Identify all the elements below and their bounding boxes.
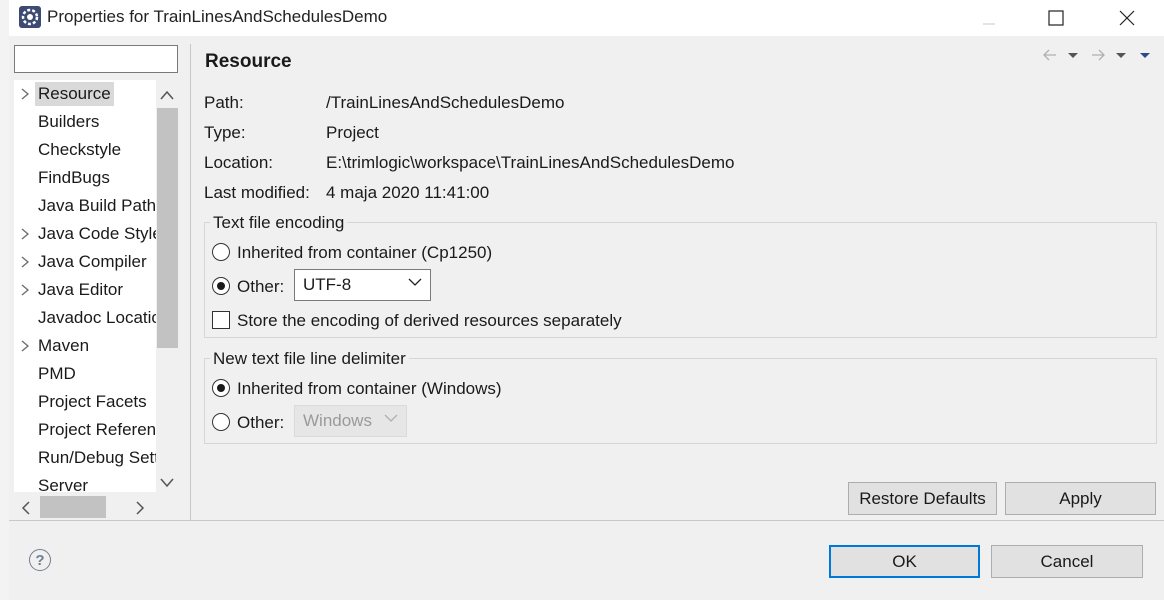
delimiter-select-value: Windows (303, 411, 372, 430)
tree-item-builders[interactable]: Builders (14, 108, 156, 136)
tree-item-pmd[interactable]: PMD (14, 360, 156, 388)
close-icon (1119, 10, 1135, 26)
scroll-up-icon[interactable] (159, 86, 175, 106)
back-arrow-icon[interactable] (1042, 48, 1058, 66)
delimiter-other-radio[interactable] (212, 413, 230, 431)
chevron-right-icon[interactable] (20, 226, 32, 242)
delimiter-inherited-label[interactable]: Inherited from container (Windows) (237, 379, 502, 399)
background-window-edge (0, 0, 9, 600)
help-icon[interactable]: ? (29, 549, 51, 571)
scroll-right-icon[interactable] (134, 500, 146, 520)
tree-item-label: Java Code Style (38, 224, 156, 243)
chevron-right-icon[interactable] (20, 86, 32, 102)
tree-item-run-debug-settings[interactable]: Run/Debug Settings (14, 444, 156, 472)
encoding-select-value: UTF-8 (303, 275, 352, 294)
property-pages-tree: Resource Builders Checkstyle FindBugs Ja… (14, 80, 156, 492)
tree-item-label: Project References (38, 420, 156, 439)
path-value: /TrainLinesAndSchedulesDemo (326, 93, 565, 112)
line-delimiter-title: New text file line delimiter (210, 349, 409, 369)
chevron-right-icon[interactable] (20, 338, 32, 354)
tree-item-project-facets[interactable]: Project Facets (14, 388, 156, 416)
page-title: Resource (205, 51, 292, 72)
tree-item-javadoc-location[interactable]: Javadoc Location (14, 304, 156, 332)
encoding-select[interactable]: UTF-8 (294, 269, 431, 301)
tree-item-label: PMD (38, 364, 76, 383)
tree-vertical-scroll-thumb[interactable] (157, 108, 178, 348)
store-encoding-checkbox[interactable] (212, 311, 230, 329)
tree-item-project-references[interactable]: Project References (14, 416, 156, 444)
filter-field[interactable] (14, 45, 178, 73)
delimiter-select[interactable]: Windows (294, 405, 407, 437)
tree-item-java-code-style[interactable]: Java Code Style (14, 220, 156, 248)
path-label: Path: (204, 93, 244, 112)
maximize-button[interactable] (1033, 0, 1079, 36)
last-modified-label: Last modified: (204, 183, 310, 202)
location-value: E:\trimlogic\workspace\TrainLinesAndSche… (326, 153, 735, 172)
chevron-right-icon[interactable] (20, 254, 32, 270)
delimiter-inherited-radio[interactable] (212, 379, 230, 397)
tree-item-label: Resource (35, 82, 114, 106)
encoding-inherited-label[interactable]: Inherited from container (Cp1250) (237, 243, 492, 263)
ok-button[interactable]: OK (829, 545, 980, 578)
chevron-down-icon (408, 275, 422, 290)
tree-item-label: Javadoc Location (38, 308, 156, 327)
tree-item-findbugs[interactable]: FindBugs (14, 164, 156, 192)
encoding-other-label[interactable]: Other: (237, 277, 284, 297)
filter-input[interactable] (15, 46, 177, 72)
scroll-left-icon[interactable] (20, 500, 32, 520)
view-menu-icon[interactable] (1139, 48, 1151, 66)
encoding-other-radio[interactable] (212, 277, 230, 295)
tree-item-java-build-path[interactable]: Java Build Path (14, 192, 156, 220)
tree-item-checkstyle[interactable]: Checkstyle (14, 136, 156, 164)
back-history-dropdown-icon[interactable] (1067, 48, 1079, 66)
tree-item-label: Builders (38, 112, 100, 131)
chevron-down-icon (384, 411, 398, 426)
forward-arrow-icon[interactable] (1090, 48, 1106, 66)
eclipse-app-icon (18, 5, 42, 29)
text-file-encoding-title: Text file encoding (210, 213, 348, 233)
type-value: Project (326, 123, 379, 142)
tree-item-label: Checkstyle (38, 140, 122, 159)
tree-horizontal-scroll-thumb[interactable] (40, 496, 106, 518)
window-title: Properties for TrainLinesAndSchedulesDem… (47, 7, 388, 26)
forward-history-dropdown-icon[interactable] (1115, 48, 1127, 66)
tree-item-maven[interactable]: Maven (14, 332, 156, 360)
tree-item-label: Run/Debug Settings (38, 448, 156, 467)
chevron-right-icon[interactable] (20, 282, 32, 298)
scroll-down-icon[interactable] (159, 474, 175, 494)
cancel-button[interactable]: Cancel (991, 545, 1143, 578)
encoding-inherited-radio[interactable] (212, 243, 230, 261)
tree-item-label: FindBugs (38, 168, 110, 187)
tree-item-label: Project Facets (38, 392, 147, 411)
tree-item-label: Maven (38, 336, 90, 355)
restore-defaults-button[interactable]: Restore Defaults (848, 482, 997, 515)
store-encoding-label[interactable]: Store the encoding of derived resources … (237, 311, 622, 331)
delimiter-other-label[interactable]: Other: (237, 413, 284, 433)
last-modified-value: 4 maja 2020 11:41:00 (326, 183, 490, 202)
tree-item-label: Java Build Path (38, 196, 156, 215)
apply-button[interactable]: Apply (1005, 482, 1156, 515)
tree-item-label: Server (38, 476, 89, 492)
tree-item-label: Java Compiler (38, 252, 147, 271)
footer-divider (9, 520, 1164, 521)
type-label: Type: (204, 123, 246, 142)
minimize-button[interactable] (966, 0, 1012, 36)
tree-item-java-compiler[interactable]: Java Compiler (14, 248, 156, 276)
tree-item-label: Java Editor (38, 280, 124, 299)
tree-item-server[interactable]: Server (14, 472, 156, 492)
tree-item-java-editor[interactable]: Java Editor (14, 276, 156, 304)
tree-item-resource[interactable]: Resource (14, 80, 156, 108)
location-label: Location: (204, 153, 273, 172)
close-button[interactable] (1104, 0, 1150, 36)
